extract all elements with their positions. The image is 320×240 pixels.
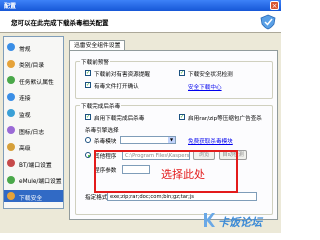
sidebar-item[interactable]: 连接: [4, 91, 63, 103]
radio-antivirus-module-label: 杀毒模块: [94, 139, 117, 145]
checkbox-enable-scan-label: 启用下载完成后杀毒: [94, 116, 145, 122]
sidebar-item-icon: [7, 76, 15, 85]
settings-sidebar: 常规类别/目录任务默认属性 连接监视图标/日志高级 BT/端口设置 eMule/端口设…: [3, 36, 64, 209]
sidebar-item-icon: [7, 109, 15, 118]
get-free-module-link[interactable]: 免费获取杀毒模块: [188, 137, 233, 145]
checkbox-harmful-warning[interactable]: ✓: [85, 70, 91, 76]
group-prevention-title: 下载前预警: [80, 58, 110, 66]
sidebar-item[interactable]: 监视: [4, 107, 63, 119]
sidebar-item-label: 连接: [19, 96, 31, 103]
engine-select-label: 杀毒引擎选择: [85, 128, 119, 134]
forum-watermark: 卡饭论坛: [202, 209, 278, 231]
group-prevention: 下载前预警 ✓ 下载前对有害资源提醒 ✓ 下载安全状况检测 ✓ 有毒文件打开确认…: [75, 58, 273, 99]
header-banner: 您可以在此完成下载杀毒相关配置: [0, 11, 281, 33]
radio-antivirus-module[interactable]: [85, 137, 91, 143]
sidebar-item-label: 任务默认属性: [19, 79, 54, 86]
header-text: 您可以在此完成下载杀毒相关配置: [11, 19, 109, 27]
settings-panel: 迅雷安全组件设置 下载前预警 ✓ 下载前对有害资源提醒 ✓ 下载安全状况检测 ✓…: [66, 36, 278, 223]
checkbox-safety-check[interactable]: ✓: [179, 70, 185, 76]
sidebar-item-icon: [7, 192, 15, 201]
sidebar-item-label: 监视: [19, 112, 31, 119]
window-title: 配置: [4, 3, 17, 10]
checkbox-archive-scan[interactable]: ✓: [179, 114, 185, 120]
checkbox-open-confirm-label: 有毒文件打开确认: [94, 84, 139, 90]
sidebar-item-icon: [7, 92, 15, 101]
watermark-text: 卡饭论坛: [218, 216, 262, 229]
title-bar[interactable]: 配置 ×: [0, 0, 281, 11]
sidebar-item-label: eMule/端口设置: [19, 179, 62, 186]
sidebar-item[interactable]: BT/端口设置: [4, 157, 63, 169]
sidebar-item[interactable]: eMule/端口设置: [4, 174, 63, 186]
checkbox-open-confirm[interactable]: ✓: [85, 82, 91, 88]
sidebar-item[interactable]: 图标/日志: [4, 124, 63, 136]
config-window: 配置 × 您可以在此完成下载杀毒相关配置 常规类别/目录任务默认属性 连接监视图标…: [0, 0, 281, 233]
checkbox-enable-scan[interactable]: ✓: [85, 114, 91, 120]
sidebar-item[interactable]: 高级: [4, 141, 63, 153]
group-post-download-title: 下载完成后杀毒: [80, 102, 122, 110]
sidebar-item-label: 类别/目录: [19, 63, 45, 70]
checkbox-safety-check-label: 下载安全状况检测: [188, 72, 233, 78]
annotation-text: 选择此处: [161, 168, 205, 181]
k-logo-icon: [204, 213, 215, 227]
ext-format-input[interactable]: exe;zip;rar;doc;com;bin;gz;tar;js: [107, 192, 257, 201]
sidebar-item[interactable]: 下载安全: [4, 190, 63, 203]
sidebar-item-label: 图标/日志: [19, 129, 45, 136]
sidebar-item[interactable]: 类别/目录: [4, 58, 63, 70]
radio-other-program[interactable]: [85, 152, 91, 158]
close-button[interactable]: ×: [270, 1, 279, 10]
tab-body: 下载前预警 ✓ 下载前对有害资源提醒 ✓ 下载安全状况检测 ✓ 有毒文件打开确认…: [69, 50, 278, 220]
sidebar-item-icon: [7, 43, 15, 51]
shield-logo-icon: [260, 14, 276, 30]
sidebar-item-label: BT/端口设置: [19, 162, 52, 169]
sidebar-item-icon: [7, 175, 15, 184]
chevron-down-icon: ▼: [168, 137, 175, 143]
engine-dropdown[interactable]: ▼: [120, 136, 176, 144]
sidebar-item-label: 常规: [19, 46, 31, 53]
sidebar-item-icon: [7, 159, 15, 168]
sidebar-item-icon: [7, 59, 15, 68]
sidebar-item-label: 下载安全: [19, 195, 43, 202]
sidebar-item[interactable]: 常规: [4, 41, 63, 53]
sidebar-item-icon: [7, 126, 15, 134]
ext-format-label: 指定格式: [85, 195, 108, 201]
checkbox-archive-scan-label: 启用rar/zip等压缩包广告查杀: [188, 116, 262, 122]
sidebar-item-label: 高级: [19, 146, 31, 153]
sidebar-item-icon: [7, 142, 15, 151]
sidebar-item[interactable]: 任务默认属性: [4, 74, 63, 86]
safe-download-center-link[interactable]: 安全下载中心: [188, 83, 222, 91]
checkbox-harmful-warning-label: 下载前对有害资源提醒: [94, 72, 150, 78]
